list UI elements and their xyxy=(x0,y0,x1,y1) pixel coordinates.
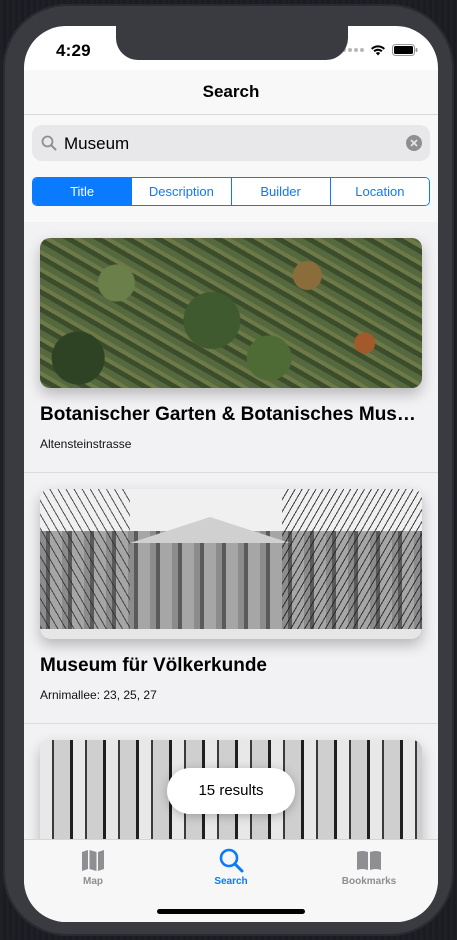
search-header: Title Description Builder Location xyxy=(24,115,438,222)
result-image xyxy=(40,238,422,388)
map-icon xyxy=(82,850,104,871)
app-screen: 4:29 Search Museum Title Description Bui… xyxy=(24,26,438,922)
result-title: Museum für Völkerkunde xyxy=(40,655,267,676)
result-title: Botanischer Garten & Botanisches Museum xyxy=(40,404,420,425)
cellular-signal-icon xyxy=(342,48,364,52)
segment-location[interactable]: Location xyxy=(329,178,429,205)
device-frame: 4:29 Search Museum Title Description Bui… xyxy=(3,4,454,936)
home-indicator[interactable] xyxy=(157,909,305,914)
result-image xyxy=(40,489,422,639)
tab-search[interactable]: Search xyxy=(162,840,300,890)
result-count-toast: 15 results xyxy=(167,768,295,814)
tab-bookmarks-label: Bookmarks xyxy=(341,876,397,887)
search-bar[interactable] xyxy=(32,125,430,163)
search-scope-control: Title Description Builder Location xyxy=(32,177,430,206)
device-notch xyxy=(116,26,348,60)
tab-search-label: Search xyxy=(214,876,248,887)
status-icons xyxy=(342,44,418,56)
close-icon xyxy=(410,139,418,147)
segment-title[interactable]: Title xyxy=(33,178,132,205)
search-icon xyxy=(41,135,57,151)
wifi-icon xyxy=(371,45,385,56)
results-list[interactable]: Botanischer Garten & Botanisches Museum … xyxy=(24,222,438,840)
page-title: Search xyxy=(202,82,260,101)
tab-map-label: Map xyxy=(83,876,103,887)
result-address: Arnimallee: 23, 25, 27 xyxy=(40,688,157,702)
tab-bar: Map Search Bookmarks xyxy=(24,839,438,922)
result-address: Altensteinstrasse xyxy=(40,437,132,451)
battery-icon xyxy=(392,44,418,56)
search-input[interactable] xyxy=(62,125,396,163)
status-time: 4:29 xyxy=(56,41,91,60)
bookmarks-icon xyxy=(357,851,381,870)
navigation-bar: Search xyxy=(24,70,438,115)
segment-description[interactable]: Description xyxy=(131,178,231,205)
result-card[interactable]: Botanischer Garten & Botanisches Museum … xyxy=(24,222,438,473)
result-card[interactable]: Museum für Völkerkunde Arnimallee: 23, 2… xyxy=(24,473,438,724)
search-icon xyxy=(219,848,244,873)
tab-bookmarks[interactable]: Bookmarks xyxy=(300,840,438,890)
tab-map[interactable]: Map xyxy=(24,840,162,890)
clear-search-button[interactable] xyxy=(406,135,422,151)
segment-builder[interactable]: Builder xyxy=(230,178,330,205)
